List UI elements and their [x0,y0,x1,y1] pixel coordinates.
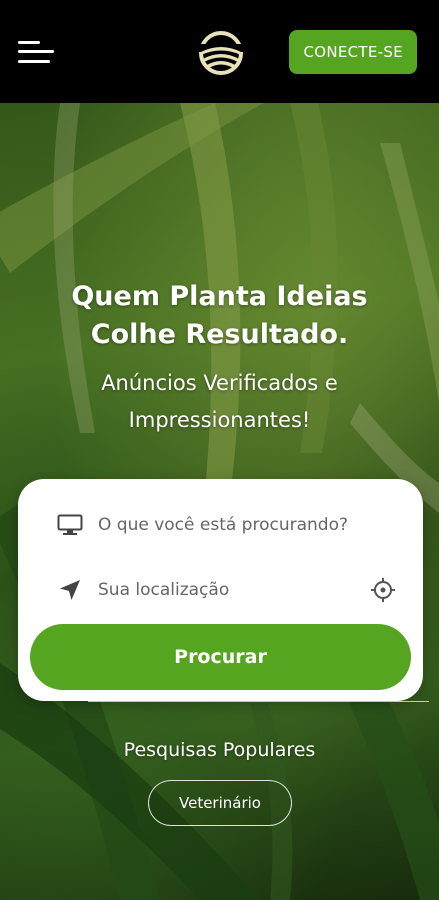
hero-subtitle-line: Impressionantes! [128,408,311,432]
location-arrow-icon [56,576,84,604]
search-button[interactable]: Procurar [30,624,411,690]
search-location-field [56,570,396,610]
search-card: Procurar [18,479,423,701]
connect-button[interactable]: CONECTE-SE [289,29,417,74]
top-header: CONECTE-SE [0,0,439,103]
search-what-field [56,505,396,545]
hero-title: Quem Planta Ideias Colhe Resultado. [0,278,439,354]
search-what-input[interactable] [98,507,396,543]
menu-line [18,40,40,44]
popular-search-chip[interactable]: Veterinário [148,780,292,826]
farm-field-logo-icon[interactable] [198,30,244,76]
monitor-icon [56,511,84,539]
hero-subtitle: Anúncios Verificados e Impressionantes! [0,365,439,439]
crosshair-icon[interactable] [370,577,396,603]
hero-section: Quem Planta Ideias Colhe Resultado. Anún… [0,103,439,900]
search-location-input[interactable] [98,572,396,608]
hero-subtitle-line: Anúncios Verificados e [101,371,338,395]
divider-line [88,701,429,702]
menu-line [18,50,54,53]
popular-searches-title: Pesquisas Populares [123,739,316,761]
hamburger-menu-icon[interactable] [18,37,54,67]
hero-title-line: Colhe Resultado. [90,319,349,350]
menu-line [18,59,50,63]
hero-title-line: Quem Planta Ideias [71,281,368,312]
